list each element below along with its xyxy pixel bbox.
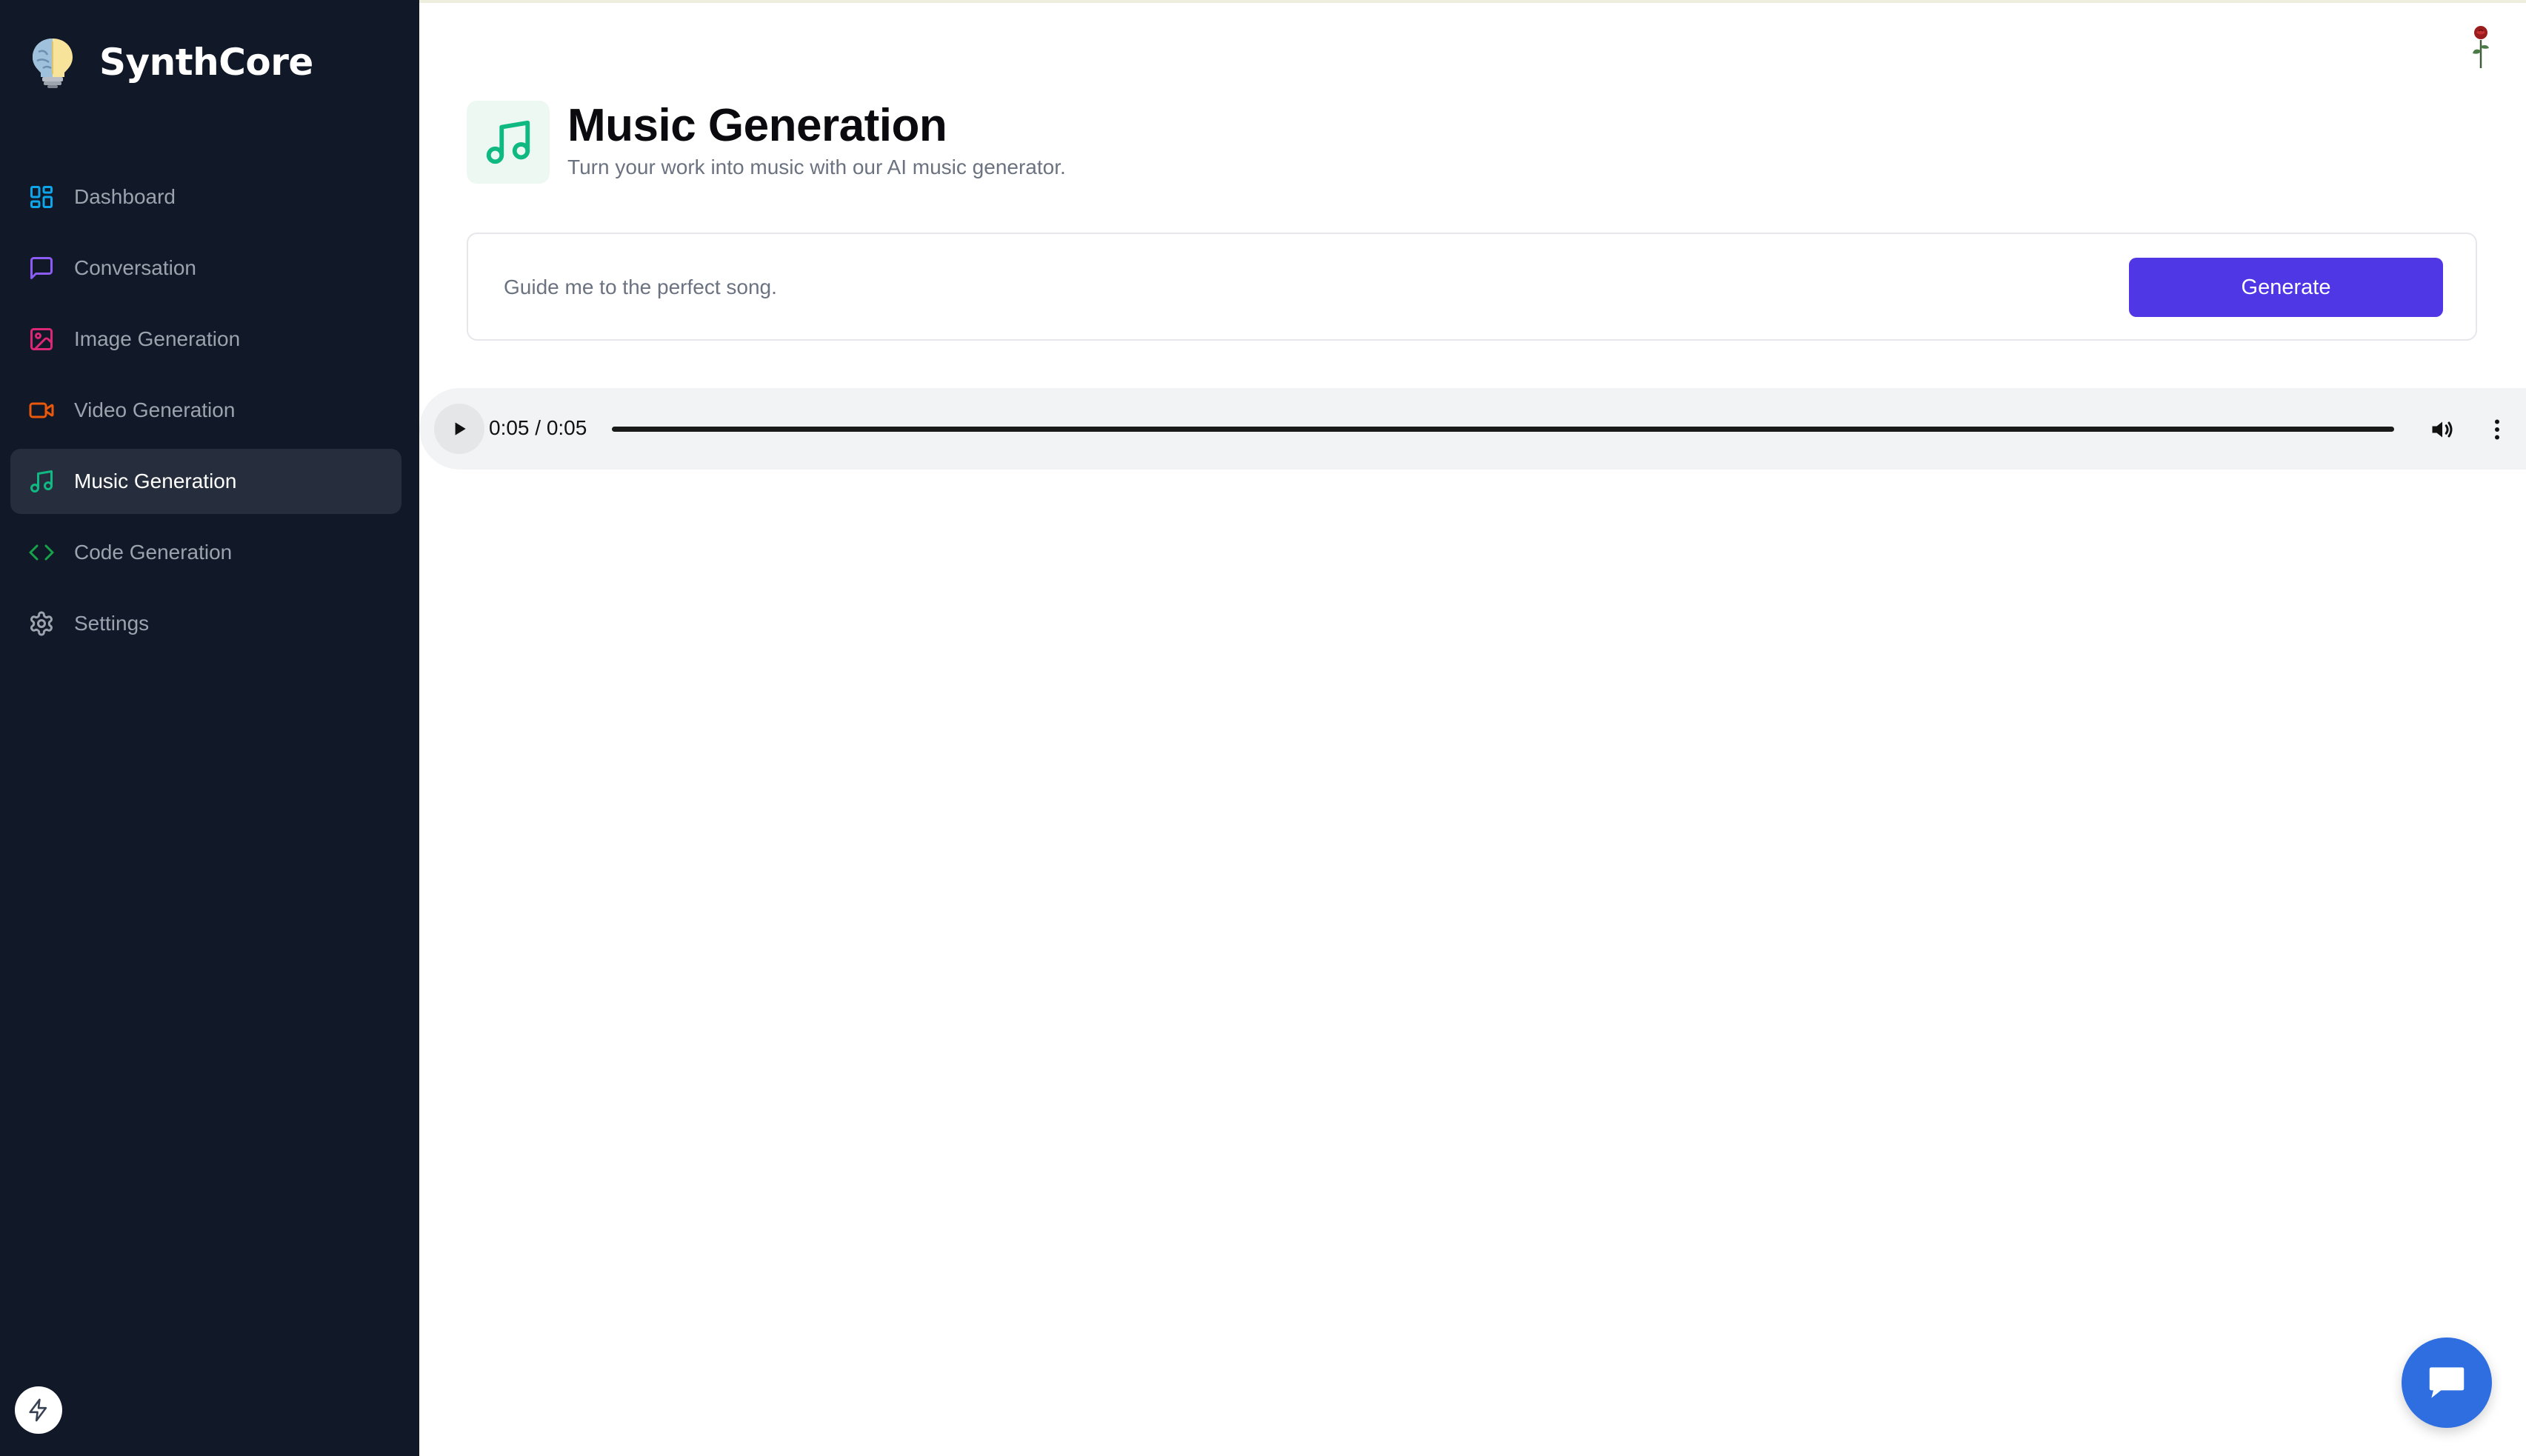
music-icon — [486, 120, 530, 164]
rose-avatar-icon — [2473, 26, 2489, 68]
layout-dashboard-icon — [27, 182, 56, 212]
generate-button[interactable]: Generate — [2129, 258, 2443, 317]
sidebar-item-dashboard[interactable]: Dashboard — [10, 164, 401, 230]
sidebar-item-label: Dashboard — [74, 185, 176, 208]
audio-player: 0:05 / 0:05 — [419, 388, 2526, 470]
page-title: Music Generation — [567, 100, 947, 151]
app-name: SynthCore — [99, 41, 313, 84]
sidebar-item-label: Code Generation — [74, 541, 233, 564]
more-vertical-icon — [2495, 419, 2499, 440]
sidebar-item-code-generation[interactable]: Code Generation — [10, 520, 401, 585]
brand[interactable]: SynthCore — [27, 33, 313, 92]
sidebar-item-conversation[interactable]: Conversation — [10, 236, 401, 301]
sidebar-item-label: Image Generation — [74, 327, 241, 350]
volume-button[interactable] — [2424, 411, 2461, 448]
chat-bubble-icon — [2429, 1367, 2465, 1398]
time-display: 0:05 / 0:05 — [489, 416, 587, 439]
play-icon — [455, 422, 466, 435]
sidebar-item-label: Settings — [74, 612, 150, 635]
image-icon — [27, 324, 56, 354]
page-header-icon — [467, 101, 550, 184]
message-square-icon — [27, 253, 56, 283]
sidebar-item-label: Conversation — [74, 256, 196, 279]
video-icon — [27, 395, 56, 425]
sidebar: SynthCore Dashboard Conversation Image G… — [0, 0, 419, 1456]
top-divider — [419, 0, 2526, 3]
code-icon — [27, 538, 56, 567]
lightbulb-brain-logo-icon — [33, 39, 73, 88]
sidebar-item-image-generation[interactable]: Image Generation — [10, 307, 401, 372]
sidebar-item-label: Music Generation — [74, 470, 237, 492]
settings-icon — [27, 609, 56, 638]
play-button[interactable] — [434, 404, 484, 454]
more-options-button[interactable] — [2479, 411, 2516, 448]
user-avatar[interactable] — [2470, 24, 2492, 70]
sidebar-item-label: Video Generation — [74, 398, 236, 421]
audio-progress-bar[interactable] — [612, 427, 2394, 432]
sidebar-item-video-generation[interactable]: Video Generation — [10, 378, 401, 443]
chat-button[interactable] — [2402, 1338, 2492, 1428]
volume-icon — [2432, 421, 2453, 438]
music-icon — [27, 467, 56, 496]
page-subtitle: Turn your work into music with our AI mu… — [567, 156, 1066, 178]
sidebar-nav: Dashboard Conversation Image Generation … — [10, 164, 401, 662]
prompt-form: Generate — [467, 233, 2477, 341]
bolt-button[interactable] — [15, 1386, 62, 1434]
prompt-input[interactable] — [504, 256, 2133, 318]
sidebar-item-settings[interactable]: Settings — [10, 591, 401, 656]
sidebar-item-music-generation[interactable]: Music Generation — [10, 449, 401, 514]
bolt-icon — [29, 1398, 47, 1422]
